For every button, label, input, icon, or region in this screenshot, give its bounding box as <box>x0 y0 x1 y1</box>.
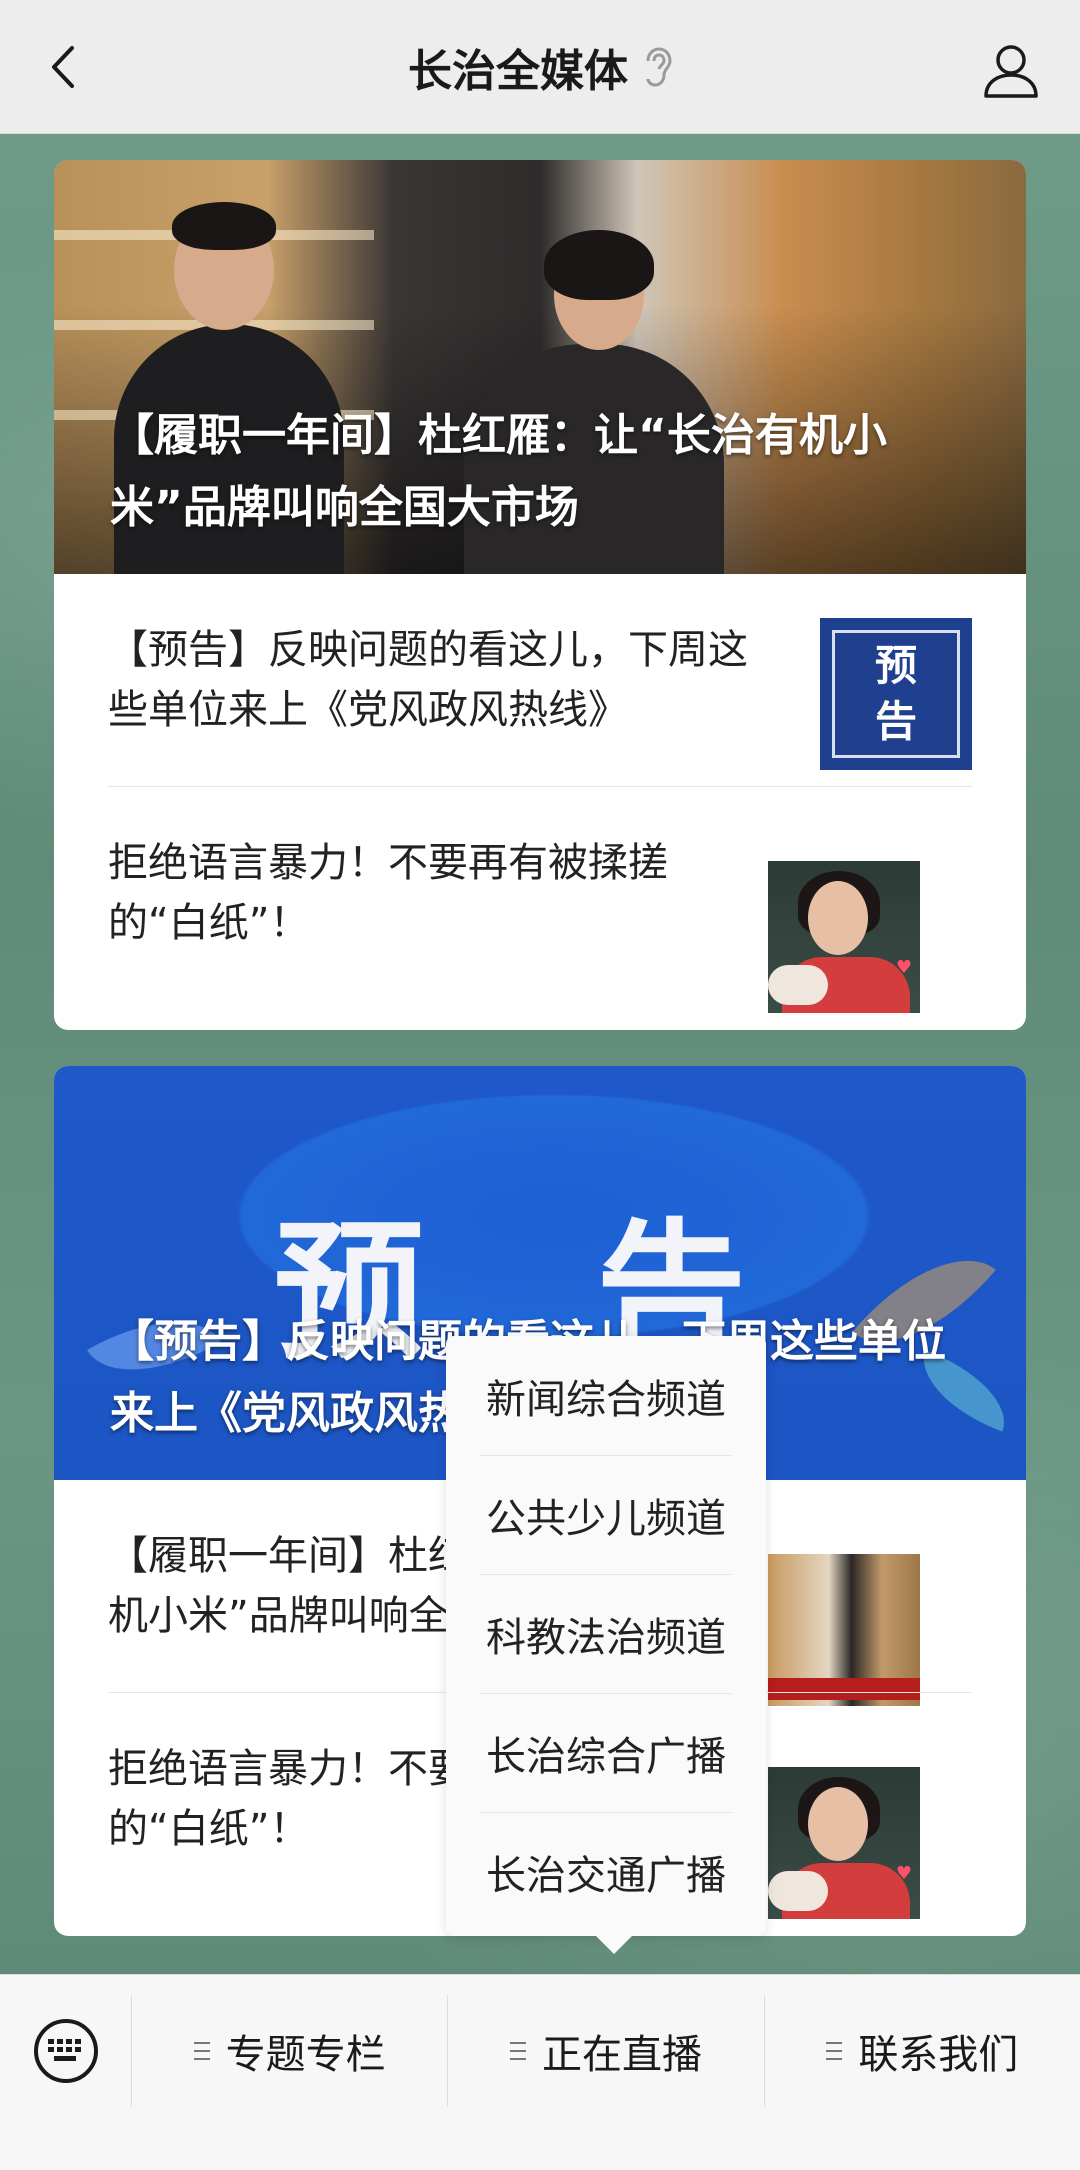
menu-item-channel[interactable]: 新闻综合频道 <box>480 1336 732 1455</box>
list-item[interactable]: 拒绝语言暴力！不要再有被揉搓的“白纸”！ ♥ <box>108 786 972 1013</box>
thumbnail-image: ♥ <box>768 860 920 1013</box>
heart-icon: ♥ <box>895 956 912 978</box>
menu-lines-icon <box>193 2042 210 2060</box>
thumbnail-image: ♥ <box>768 1766 920 1919</box>
keyboard-toggle-button[interactable] <box>0 1995 132 2107</box>
back-button[interactable] <box>40 42 90 92</box>
list-item-title: 拒绝语言暴力！不要再有被揉搓的“白纸”！ <box>108 839 668 946</box>
menu-contact-us[interactable]: 联系我们 <box>763 1995 1080 2107</box>
menu-lines-icon <box>509 2042 526 2060</box>
hero-title: 【履职一年间】杜红雁：让“长治有机小米”品牌叫响全国大市场 <box>110 410 887 533</box>
thumbnail-image: 预 告 <box>820 618 972 770</box>
user-icon <box>984 45 1038 98</box>
top-nav-bar: 长治全媒体 <box>0 0 1080 134</box>
menu-item-channel[interactable]: 科教法治频道 <box>480 1574 732 1693</box>
user-profile-button[interactable] <box>982 42 1040 100</box>
heart-icon: ♥ <box>895 1862 912 1884</box>
list-item-title: 【预告】反映问题的看这儿，下周这些单位来上《党风政风热线》 <box>108 627 748 733</box>
news-card: 【履职一年间】杜红雁：让“长治有机小米”品牌叫响全国大市场 【预告】反映问题的看… <box>54 160 1026 1030</box>
ear-icon[interactable] <box>642 46 672 87</box>
menu-live-now[interactable]: 正在直播 <box>447 1995 763 2107</box>
menu-item-channel[interactable]: 长治综合广播 <box>480 1693 732 1812</box>
menu-lines-icon <box>826 2042 843 2060</box>
page-title: 长治全媒体 <box>408 45 628 97</box>
menu-special-topics[interactable]: 专题专栏 <box>132 1995 447 2107</box>
keyboard-icon <box>47 2039 81 2061</box>
menu-item-channel[interactable]: 长治交通广播 <box>480 1812 732 1931</box>
list-item[interactable]: 【预告】反映问题的看这儿，下周这些单位来上《党风政风热线》 预 告 <box>108 574 972 786</box>
bottom-menu-bar: 专题专栏 正在直播 联系我们 <box>0 1974 1080 2170</box>
hero-article[interactable]: 【履职一年间】杜红雁：让“长治有机小米”品牌叫响全国大市场 <box>54 160 1026 574</box>
live-channel-popup-menu: 新闻综合频道 公共少儿频道 科教法治频道 长治综合广播 长治交通广播 <box>446 1336 766 1954</box>
thumbnail-image <box>768 1554 920 1706</box>
chevron-left-icon <box>52 46 74 88</box>
menu-item-channel[interactable]: 公共少儿频道 <box>480 1455 732 1574</box>
